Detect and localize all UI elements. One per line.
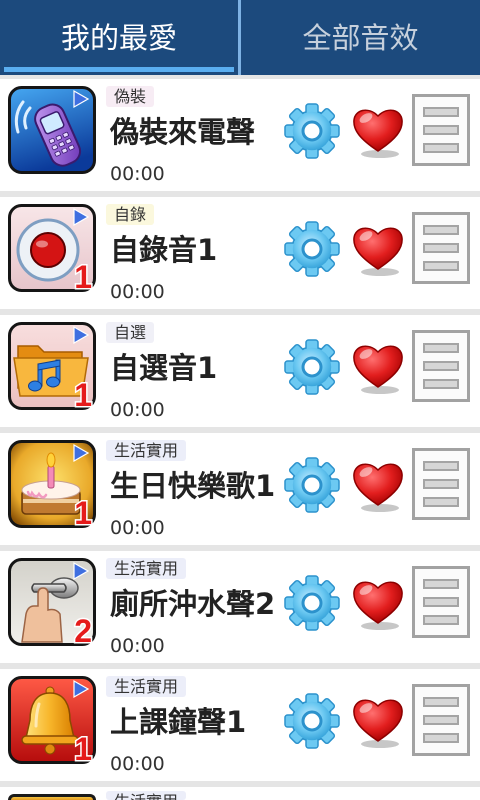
folder-music-icon[interactable]: 1 — [8, 322, 96, 410]
sound-row[interactable]: 生活實用 — [0, 787, 480, 800]
toilet-flush-icon[interactable]: 2 — [8, 558, 96, 646]
sound-icon[interactable] — [8, 794, 96, 800]
category-tag: 自選 — [106, 322, 155, 343]
menu-line — [423, 125, 459, 135]
settings-gear-icon[interactable] — [284, 221, 340, 277]
favorite-heart-icon[interactable] — [350, 693, 406, 749]
menu-line — [423, 697, 459, 707]
menu-line — [423, 225, 459, 235]
sound-duration: 00:00 — [110, 163, 165, 185]
sound-title: 偽裝來電聲 — [110, 115, 256, 149]
badge-count: 1 — [74, 259, 92, 292]
category-tag: 生活實用 — [106, 440, 187, 461]
menu-list-icon[interactable] — [412, 94, 470, 166]
menu-line — [423, 479, 459, 489]
birthday-cake-icon[interactable]: 1 — [8, 440, 96, 528]
sound-duration: 00:00 — [110, 399, 165, 421]
sound-title: 生日快樂歌1 — [110, 469, 276, 503]
category-tag: 生活實用 — [106, 791, 187, 800]
tab-selected-indicator — [4, 67, 234, 72]
sound-duration: 00:00 — [110, 517, 165, 539]
favorite-heart-icon[interactable] — [350, 221, 406, 277]
menu-line — [423, 579, 459, 589]
menu-list-icon[interactable] — [412, 448, 470, 520]
badge-count: 1 — [74, 377, 92, 410]
settings-gear-icon[interactable] — [284, 339, 340, 395]
menu-line — [423, 615, 459, 625]
sound-row[interactable]: 1 自選 自選音1 00:00 — [0, 315, 480, 427]
sound-duration: 00:00 — [110, 635, 165, 657]
sound-row[interactable]: 偽裝 偽裝來電聲 00:00 — [0, 79, 480, 191]
favorite-heart-icon[interactable] — [350, 103, 406, 159]
sound-title: 廁所沖水聲2 — [110, 587, 276, 621]
menu-line — [423, 733, 459, 743]
sound-row[interactable]: 1 生活實用 上課鐘聲1 00:00 — [0, 669, 480, 781]
menu-line — [423, 261, 459, 271]
settings-gear-icon[interactable] — [284, 457, 340, 513]
favorite-heart-icon[interactable] — [350, 339, 406, 395]
settings-gear-icon[interactable] — [284, 693, 340, 749]
menu-list-icon[interactable] — [412, 330, 470, 402]
sound-title: 自錄音1 — [110, 233, 218, 267]
bell-icon[interactable]: 1 — [8, 676, 96, 764]
menu-list-icon[interactable] — [412, 212, 470, 284]
menu-line — [423, 361, 459, 371]
menu-line — [423, 497, 459, 507]
badge-count: 1 — [74, 731, 92, 764]
sound-title: 自選音1 — [110, 351, 218, 385]
category-tag: 生活實用 — [106, 558, 187, 579]
category-tag: 生活實用 — [106, 676, 187, 697]
category-tag: 自錄 — [106, 204, 155, 225]
settings-gear-icon[interactable] — [284, 103, 340, 159]
tab-favorites[interactable]: 我的最愛 — [0, 0, 238, 75]
menu-line — [423, 715, 459, 725]
sound-duration: 00:00 — [110, 753, 165, 775]
favorite-heart-icon[interactable] — [350, 575, 406, 631]
sound-row[interactable]: 1 自錄 自錄音1 00:00 — [0, 197, 480, 309]
phone-call-icon[interactable] — [8, 86, 96, 174]
badge-count: 1 — [74, 495, 92, 528]
sound-row[interactable]: 1 生活實用 生日快樂歌1 00:00 — [0, 433, 480, 545]
tab-bar: 我的最愛 全部音效 — [0, 0, 480, 75]
tab-all-sounds[interactable]: 全部音效 — [241, 0, 480, 75]
settings-gear-icon[interactable] — [284, 575, 340, 631]
sound-title: 上課鐘聲1 — [110, 705, 247, 739]
sound-list: 偽裝 偽裝來電聲 00:00 1 自錄 自錄音1 00:00 1 自選 自選音1… — [0, 75, 480, 800]
badge-count: 2 — [74, 613, 92, 646]
menu-line — [423, 379, 459, 389]
menu-line — [423, 461, 459, 471]
favorite-heart-icon[interactable] — [350, 457, 406, 513]
menu-line — [423, 597, 459, 607]
category-tag: 偽裝 — [106, 86, 155, 107]
menu-list-icon[interactable] — [412, 684, 470, 756]
menu-line — [423, 243, 459, 253]
menu-line — [423, 107, 459, 117]
sound-row[interactable]: 2 生活實用 廁所沖水聲2 00:00 — [0, 551, 480, 663]
menu-list-icon[interactable] — [412, 566, 470, 638]
record-icon[interactable]: 1 — [8, 204, 96, 292]
sound-duration: 00:00 — [110, 281, 165, 303]
menu-line — [423, 343, 459, 353]
menu-line — [423, 143, 459, 153]
